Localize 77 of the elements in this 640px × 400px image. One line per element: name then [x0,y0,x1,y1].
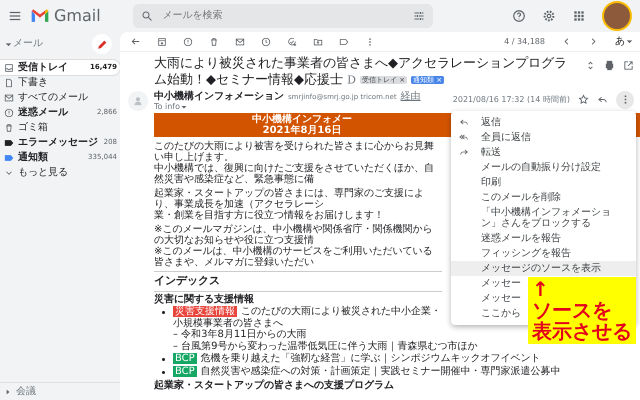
sidebar-item[interactable]: すべてのメール [0,90,120,105]
section-heading: インデックス [154,275,220,288]
body-text: 起業家・スタートアップの皆さまには、専門家のご支援により、事業成長を加速（アクセラレーシ [154,188,425,210]
list-subitem-text: – 令和3年8月11日からの大雨 [173,329,307,340]
sidebar-item[interactable]: もっと見る [0,165,120,180]
menu-item[interactable]: ここから [451,306,529,322]
tag-icon[interactable] [339,36,349,46]
search-icon[interactable] [140,10,153,22]
pencil-icon [96,38,108,50]
trash-icon [4,122,14,132]
message-counter: 4 / 34,188 [504,36,545,46]
received-date: 2021/08/16 17:32 (14 時間前) [452,94,570,104]
avatar[interactable] [602,1,632,31]
bullet-icon [162,370,165,374]
trash-icon[interactable] [209,36,219,46]
help-icon[interactable] [512,9,526,23]
menu-item[interactable]: 迷惑メールを報告 [451,231,569,246]
spam-icon [4,108,14,118]
list-item-text: BCP 危機を乗り越えた「強靭な経営」に学ぶ｜シンポジウムキックオフイベント [173,353,542,365]
sidebar-item[interactable]: 下書き [0,75,120,90]
menu-item[interactable]: メールの自動振り分け設定 [451,160,609,176]
more-button[interactable] [616,90,634,109]
app-name: Gmail [54,6,101,26]
body-text: 中小機構では、復興に向けたご支援をさせていただくほか、自然災害や感染症など、緊急事態に備 [154,163,435,186]
spam-icon[interactable] [183,36,193,46]
menu-item[interactable]: 転送 [451,145,509,160]
list-item-text: 災害支援情報 このたびの大雨により被災された中小企業・小規模事業者の皆さまへ [173,306,441,329]
menu-item[interactable]: メッセー [451,276,529,292]
sender-name: 中小機構インフォメーション [154,90,284,102]
body-text: このたびの大雨により被害を受けられた皆さまに心からお見舞い申し上げます。 [154,141,435,164]
inbox-icon [4,62,14,72]
envelope-icon [4,92,14,102]
list-item-text: BCP 自然災害や感染症への対策・計画策定｜実践セミナー開催中・専門家派遣公募中 [173,366,562,378]
settings-icon[interactable] [542,9,556,23]
search-bar[interactable]: メールを検索 [132,4,433,28]
reply-all-icon [459,132,469,142]
star-icon[interactable] [578,94,589,106]
menu-item[interactable]: メッセージのソースを表示 [451,261,636,276]
section-label[interactable]: メール [13,38,43,50]
section-heading: 災害に関する支援情報 [154,294,254,306]
forward-icon [459,147,469,158]
menu-item[interactable]: メッセー [451,291,529,306]
menu-item[interactable]: 印刷 [451,175,509,190]
clock-icon[interactable] [261,36,271,46]
menu-item[interactable]: フィッシングを報告 [451,246,579,262]
envelope-icon[interactable] [235,36,245,46]
recipient-toggle[interactable]: To info [154,102,421,112]
body-text: ※このメールは、中小機構のサービスをご利用いただいている皆さまや、メルマガに登録いただい [154,246,434,268]
reply-icon [459,117,469,128]
body-text: 業・創業を目指す方に役立つ情報をお届けします！ [154,210,385,222]
menu-item[interactable]: 「中小機構インフォメーション」さんをブロックする [451,205,636,232]
menu-item[interactable]: このメールを削除 [451,190,569,206]
task-add-icon[interactable] [287,36,297,46]
menu-icon[interactable] [8,9,22,23]
open-in-window-icon[interactable] [623,60,634,71]
menu-item[interactable]: 返信 [451,115,509,130]
back-arrow-icon[interactable] [130,36,141,47]
body-text: ※このメールマガジンは、中小機構や関係省庁・関係機関からの大切なお知らせや役に立つ支援情 [154,224,434,246]
sidebar-item[interactable]: ゴミ箱 [0,120,120,135]
input-mode-button[interactable]: あ [615,36,634,48]
reply-icon[interactable] [597,94,608,106]
print-icon[interactable] [604,60,615,71]
archive-icon[interactable] [157,36,167,46]
bullet-icon [162,358,165,362]
section-heading: 起業家・スタートアップの皆さまへの支援プログラム [154,380,394,392]
bullet-icon [162,311,165,314]
caret-icon[interactable] [4,388,12,396]
file-icon [4,78,14,88]
search-field[interactable]: メールを検索 [160,9,405,23]
via-link[interactable]: 経由 [400,90,421,102]
section-label[interactable]: 会議 [16,386,36,398]
compose-button[interactable] [92,34,112,54]
list-subitem-text: – 台風第9号から変わった温帯低気圧に伴う大雨｜青森県むつ市ほか [173,340,478,352]
folder-icon[interactable] [313,36,323,46]
annotation-callout: ↑ ソースを 表示させる [528,277,636,344]
filter-icon[interactable] [412,10,425,22]
apps-grid-icon[interactable] [572,9,586,23]
